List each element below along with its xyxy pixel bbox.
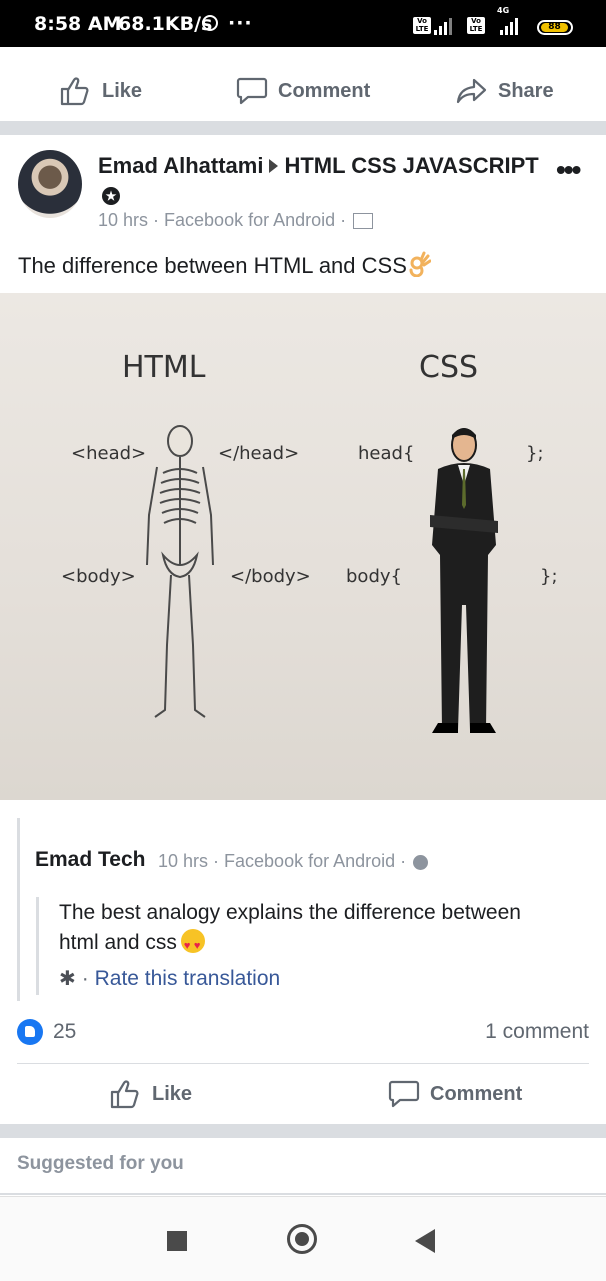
shared-post-source: Facebook for Android [224, 851, 396, 871]
comment-label: Comment [430, 1082, 523, 1105]
system-nav-bar [0, 1196, 606, 1281]
like-label: Like [152, 1082, 193, 1105]
rate-translation-label: Rate this translation [94, 967, 281, 990]
comment-button[interactable]: Comment [388, 1064, 522, 1124]
reactions-count: 25 [53, 1020, 77, 1043]
status-network-speed: 68.1KB/s [118, 13, 213, 35]
shared-post-time[interactable]: 10 hrs [158, 851, 208, 871]
post-author-name[interactable]: Emad Alhattami [98, 153, 263, 178]
like-reaction-icon [17, 1019, 43, 1045]
rate-translation-link[interactable]: ✱ · Rate this translation [59, 966, 280, 991]
skeleton-illustration [146, 425, 214, 718]
post-text-content: The difference between HTML and CSS [18, 253, 407, 278]
like-button[interactable]: Like [110, 1064, 192, 1124]
shared-post-meta: 10 hrs · Facebook for Android · [158, 851, 429, 872]
shared-post-text: The best analogy explains the difference… [59, 898, 529, 961]
top-comment-button[interactable]: Comment [236, 61, 370, 121]
signal-icon-2 [500, 17, 522, 35]
image-head-close: </head> [218, 443, 300, 464]
status-overflow: ··· [228, 12, 253, 34]
comments-count[interactable]: 1 comment [485, 1020, 589, 1044]
globe-icon [413, 854, 429, 870]
post-source: Facebook for Android [164, 210, 336, 230]
shared-post-author[interactable]: Emad Tech [35, 848, 145, 872]
top-like-label: Like [102, 79, 143, 102]
shared-post-text-content: The best analogy explains the difference… [59, 901, 521, 954]
post-text: The difference between HTML and CSS [18, 251, 431, 279]
signal-icon [434, 17, 456, 35]
suggested-divider [0, 1193, 606, 1195]
heart-eyes-emoji-icon [180, 929, 205, 961]
image-css-body-close: }; [540, 566, 558, 587]
image-body-close: </body> [230, 566, 311, 587]
gear-icon: ✱ [59, 968, 76, 990]
back-button[interactable] [415, 1229, 435, 1253]
image-css-heading: CSS [419, 350, 479, 385]
bottom-action-bar: Like Comment [0, 1064, 606, 1124]
more-options-icon[interactable]: ••• [556, 156, 581, 184]
top-action-bar: Like Comment Share [0, 61, 606, 121]
comment-icon [388, 1080, 420, 1108]
suggested-for-you-heading: Suggested for you [17, 1153, 184, 1174]
caret-right-icon [269, 159, 279, 174]
image-css-body-open: body{ [346, 566, 402, 587]
top-share-label: Share [498, 79, 554, 102]
status-bar: 8:58 AM 68.1KB/s ··· Vo LTE Vo LTE 4G 88 [0, 0, 606, 47]
image-css-head-open: head{ [358, 443, 415, 464]
status-time: 8:58 AM [34, 13, 122, 35]
recents-button[interactable] [167, 1231, 187, 1251]
comment-icon [236, 77, 268, 105]
post-meta: 10 hrs · Facebook for Android · [98, 210, 374, 231]
network-type: 4G [497, 6, 510, 15]
shared-post-border [17, 818, 20, 1001]
battery-icon: 88 [537, 20, 573, 35]
top-like-button[interactable]: Like [60, 61, 142, 121]
post-image[interactable]: HTML CSS <head> </head> <body> </body> h… [0, 293, 606, 800]
battery-level: 88 [541, 23, 568, 32]
home-button[interactable] [287, 1224, 317, 1254]
section-divider-2 [0, 1124, 606, 1138]
avatar[interactable] [18, 150, 82, 218]
translation-quote-bar [36, 897, 39, 995]
top-share-button[interactable]: Share [456, 61, 554, 121]
image-css-head-close: }; [526, 443, 544, 464]
reactions-summary[interactable]: 25 [17, 1019, 76, 1045]
volte-icon: Vo LTE [413, 17, 431, 34]
post-author-line: Emad Alhattami HTML CSS JAVASCRIPT ★ [98, 151, 548, 209]
share-icon [456, 78, 487, 104]
businessman-illustration [430, 428, 498, 733]
members-icon [353, 213, 374, 230]
post-group-name[interactable]: HTML CSS JAVASCRIPT [284, 153, 538, 178]
ok-hand-emoji-icon [409, 251, 431, 277]
section-divider [0, 121, 606, 135]
top-comment-label: Comment [278, 79, 371, 102]
image-body-open: <body> [61, 566, 136, 587]
post-time[interactable]: 10 hrs [98, 210, 148, 230]
group-star-icon: ★ [102, 187, 120, 206]
thumbs-up-icon [110, 1080, 139, 1109]
image-html-heading: HTML [122, 350, 206, 385]
alarm-icon [202, 15, 218, 31]
thumbs-up-icon [60, 77, 89, 106]
volte-icon-2: Vo LTE [467, 17, 485, 34]
